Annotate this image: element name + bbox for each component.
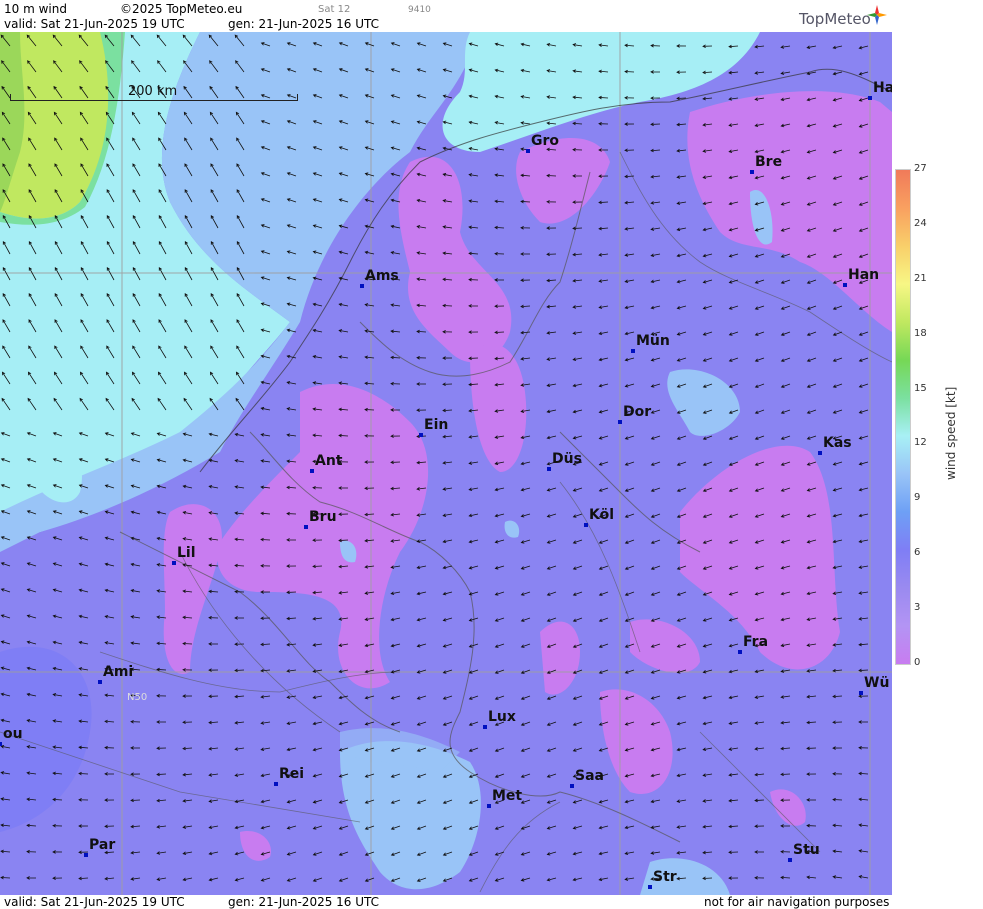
wind-speed-legend: 27 24 21 18 15 12 9 6 3 0 wind speed [kt] (892, 0, 983, 909)
city-label: Kas (823, 435, 852, 451)
city-label: Ha (873, 80, 892, 96)
legend-tick-label: 27 (914, 163, 927, 174)
city-marker (360, 284, 364, 288)
scale-line (10, 100, 298, 101)
city-marker (738, 650, 742, 654)
city-marker (750, 170, 754, 174)
legend-tick-label: 15 (914, 382, 927, 394)
city-marker (487, 804, 491, 808)
legend-tick-label: 12 (914, 437, 927, 449)
city-label: Köl (589, 507, 615, 523)
legend-tick-label: 21 (914, 272, 927, 284)
city-label: Ams (365, 268, 399, 284)
legend-tick-label: 18 (914, 327, 927, 339)
latitude-label: N50 (127, 692, 148, 703)
product-title: 10 m wind (4, 2, 67, 16)
city-marker (631, 349, 635, 353)
city-marker (584, 523, 588, 527)
city-marker (98, 680, 102, 684)
valid-time: valid: Sat 21-Jun-2025 19 UTC (4, 17, 185, 31)
city-label: Bre (755, 154, 783, 170)
city-marker (526, 149, 530, 153)
topmeteo-logo: TopMeteo (799, 10, 871, 28)
city-label: Bru (309, 509, 337, 525)
city-label: Ami (103, 664, 134, 680)
city-label: Gro (531, 133, 560, 149)
city-label: Wü (864, 675, 890, 691)
city-marker (788, 858, 792, 862)
city-label: Düs (552, 451, 582, 467)
footer-gen-time: gen: 21-Jun-2025 16 UTC (228, 895, 380, 909)
city-label: ou (3, 726, 23, 742)
city-label: Han (848, 267, 880, 283)
city-marker (570, 784, 574, 788)
city-marker (859, 691, 863, 695)
legend-tick-label: 0 (914, 657, 921, 668)
footer: valid: Sat 21-Jun-2025 19 UTC gen: 21-Ju… (0, 895, 892, 909)
city-marker (172, 561, 176, 565)
city-label: Ant (315, 453, 343, 469)
product-code: 9410 (408, 5, 431, 15)
city-marker (868, 96, 872, 100)
copyright: ©2025 TopMeteo.eu (120, 2, 243, 16)
city-marker (843, 283, 847, 287)
city-label: Fra (743, 634, 769, 650)
city-marker (818, 451, 822, 455)
legend-tick-label: 24 (914, 217, 927, 229)
city-marker (84, 853, 88, 857)
scale-tick-right (297, 94, 298, 101)
footer-valid-time: valid: Sat 21-Jun-2025 19 UTC (4, 895, 185, 909)
city-marker (310, 469, 314, 473)
city-label: Met (492, 788, 523, 804)
legend-title: wind speed [kt] (944, 386, 958, 480)
scale-bar: 200 km (10, 84, 298, 102)
city-label: Lux (488, 709, 516, 725)
city-label: Dor (623, 404, 652, 420)
city-marker (648, 885, 652, 889)
city-marker (547, 467, 551, 471)
legend-colorbar (895, 169, 911, 665)
city-marker (0, 742, 2, 746)
legend-tick-label: 3 (914, 602, 921, 614)
city-label: Par (89, 837, 116, 853)
city-label: Lil (177, 545, 196, 561)
city-label: Saa (575, 768, 604, 784)
disclaimer: not for air navigation purposes (704, 895, 890, 909)
city-marker (304, 525, 308, 529)
city-marker (618, 420, 622, 424)
compass-logo-icon (866, 4, 888, 26)
city-marker (274, 782, 278, 786)
city-marker (483, 725, 487, 729)
city-label: Str (653, 869, 677, 885)
city-marker (419, 433, 423, 437)
city-label: Ein (424, 417, 449, 433)
wind-map[interactable]: 200 km N50 Ha Gro Bre Ams Han Mün Dor Ein Ant Düs… (0, 32, 892, 895)
sat-label: Sat 12 (318, 4, 351, 15)
legend-tick-label: 9 (914, 492, 921, 504)
scale-tick-left (10, 94, 11, 101)
city-label: Stu (793, 842, 820, 858)
legend-tick-label: 6 (914, 547, 921, 559)
header: 10 m wind ©2025 TopMeteo.eu Sat 12 9410 … (0, 0, 892, 32)
scale-label: 200 km (128, 84, 178, 99)
gen-time: gen: 21-Jun-2025 16 UTC (228, 17, 380, 31)
city-label: Rei (279, 766, 305, 782)
city-label: Mün (636, 333, 670, 349)
